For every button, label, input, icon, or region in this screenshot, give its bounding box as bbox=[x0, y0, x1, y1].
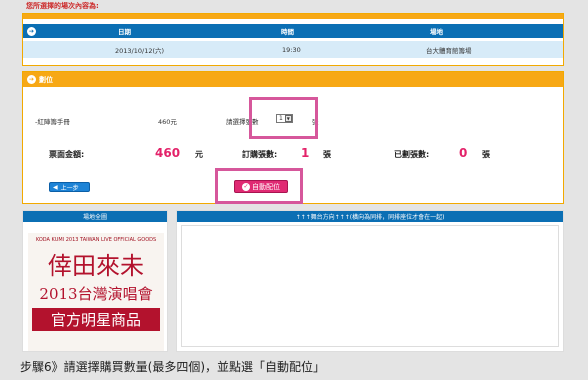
ordered-unit: 張 bbox=[323, 150, 331, 159]
event-date: 2013/10/12(六) bbox=[115, 46, 165, 55]
arrow-right-icon: ➔ bbox=[27, 75, 36, 84]
selected-event-heading: 您所選擇的場次內容為: bbox=[26, 2, 99, 10]
assigned-count: 0 bbox=[459, 146, 468, 160]
ordered-count: 1 bbox=[301, 146, 310, 160]
face-value: 460 bbox=[155, 146, 181, 160]
screenshot: 您所選擇的場次內容為: ➔ 日期 時間 場地 2013/10/12(六) 19:… bbox=[0, 0, 588, 380]
back-button-label: 上一步 bbox=[60, 184, 79, 192]
stage-direction: ↑↑↑舞台方向↑↑↑(橫向為同排，同排座位才會在一起) bbox=[177, 211, 563, 222]
header-time: 時間 bbox=[281, 28, 294, 36]
quantity-highlight bbox=[249, 97, 318, 139]
event-row: 2013/10/12(六) 19:30 台大體育館籌場 bbox=[23, 41, 563, 58]
back-arrow-icon: ◀ bbox=[53, 183, 58, 191]
poster-brand: KODA KUMI 2013 TAIWAN LIVE OFFICIAL GOOD… bbox=[35, 237, 157, 243]
ticket-price: 460元 bbox=[158, 118, 177, 126]
event-venue: 台大體育館籌場 bbox=[426, 46, 472, 55]
seat-map-panel: ↑↑↑舞台方向↑↑↑(橫向為同排，同排座位才會在一起) bbox=[176, 210, 564, 352]
orange-bar bbox=[23, 14, 563, 19]
face-value-unit: 元 bbox=[195, 150, 203, 159]
seat-panel-title: 劃位 bbox=[39, 75, 53, 84]
assigned-unit: 張 bbox=[482, 150, 490, 159]
seat-map-area[interactable] bbox=[181, 225, 559, 347]
ordered-label: 訂購張數: bbox=[242, 150, 278, 159]
poster-line1: 倖田來未 bbox=[48, 252, 144, 280]
poster-line2: 2013台灣演唱會 bbox=[39, 285, 153, 303]
face-value-label: 票面金額: bbox=[49, 150, 85, 159]
event-table-header: ➔ 日期 時間 場地 bbox=[23, 24, 563, 38]
step-caption: 步驟6》請選擇購買數量(最多四個)，並點選「自動配位」 bbox=[0, 352, 588, 380]
venue-map-title: 場地全圖 bbox=[23, 211, 167, 222]
arrow-right-icon: ➔ bbox=[27, 26, 36, 36]
header-date: 日期 bbox=[118, 28, 131, 36]
event-time: 19:30 bbox=[282, 45, 301, 54]
back-button[interactable]: ◀ 上一步 bbox=[49, 182, 90, 192]
ticket-name: -紅陣籌手冊 bbox=[35, 118, 70, 126]
poster-line3: 官方明星商品 bbox=[32, 308, 160, 331]
auto-seat-highlight bbox=[215, 168, 303, 204]
venue-map-panel: 場地全圖 KODA KUMI 2013 TAIWAN LIVE OFFICIAL… bbox=[22, 210, 168, 352]
goods-poster: KODA KUMI 2013 TAIWAN LIVE OFFICIAL GOOD… bbox=[28, 233, 164, 351]
header-venue: 場地 bbox=[430, 28, 443, 36]
event-info-panel: ➔ 日期 時間 場地 2013/10/12(六) 19:30 台大體育館籌場 bbox=[22, 13, 564, 66]
seat-panel-header: ➔ 劃位 bbox=[23, 72, 563, 87]
assigned-label: 已劃張數: bbox=[394, 150, 430, 159]
